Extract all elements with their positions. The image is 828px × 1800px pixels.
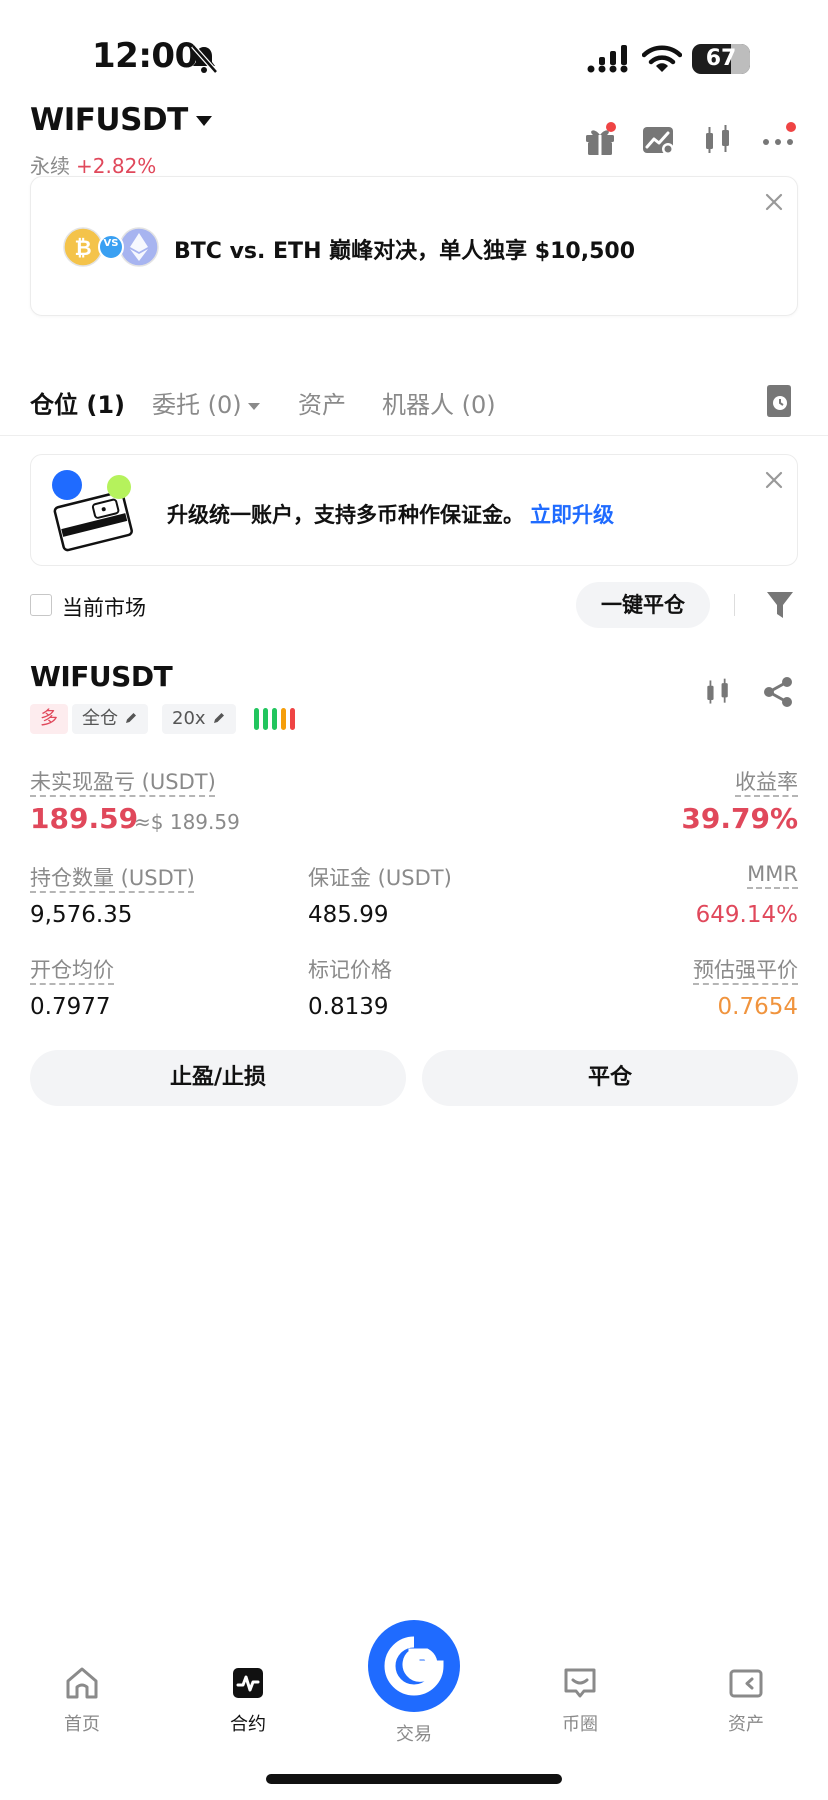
vs-badge: VS (103, 238, 119, 249)
tab-positions[interactable]: 仓位 (1) (30, 385, 125, 420)
status-time: 12:00 (92, 36, 198, 76)
nav-trade-button[interactable] (368, 1620, 460, 1712)
close-position-button[interactable]: 平仓 (422, 1050, 798, 1106)
nav-futures[interactable]: 合约 (198, 1664, 298, 1736)
roi-value: 39.79% (681, 802, 798, 835)
tab-orders-label: 委托 (0) (152, 391, 242, 419)
nav-home-label: 首页 (64, 1714, 100, 1735)
current-market-checkbox[interactable] (30, 594, 52, 616)
tabs-divider (0, 435, 828, 436)
tp-sl-button[interactable]: 止盈/止损 (30, 1050, 406, 1106)
filter-icon[interactable] (766, 590, 794, 620)
close-promo-icon[interactable] (763, 191, 785, 213)
battery-indicator: 67 (692, 44, 750, 74)
svg-text:₿: ₿ (74, 236, 91, 260)
more-notification-dot (786, 122, 796, 132)
nav-feed[interactable]: 币圈 (530, 1664, 630, 1736)
upgrade-message: 升级统一账户，支持多币种作保证金。 立即升级 (167, 499, 614, 529)
futures-icon (233, 1668, 263, 1698)
margin-label: 保证金 (USDT) (308, 866, 452, 890)
nav-trade-label[interactable]: 交易 (364, 1720, 464, 1746)
promo-banner[interactable]: ₿ VS BTC vs. ETH 巅峰对决，单人独享 $10,500 (30, 176, 798, 316)
risk-bar (263, 708, 268, 730)
wallet-icon (52, 470, 133, 552)
wallet-icon (729, 1669, 763, 1698)
margin-mode-badge[interactable]: 全仓 (72, 704, 148, 734)
unrealized-pnl-value: 189.59 (30, 802, 139, 835)
upgrade-now-link[interactable]: 立即升级 (530, 503, 614, 527)
nav-futures-label: 合约 (230, 1714, 266, 1735)
liq-price-value: 0.7654 (717, 994, 798, 1020)
home-icon (66, 1667, 98, 1699)
wifi-icon (642, 45, 682, 72)
position-chart-icon[interactable] (702, 676, 734, 708)
current-market-label[interactable]: 当前市场 (62, 592, 146, 622)
nav-home[interactable]: 首页 (32, 1664, 132, 1736)
entry-price-value: 0.7977 (30, 994, 111, 1020)
price-change: +2.82% (76, 154, 157, 178)
upgrade-text: 升级统一账户，支持多币种作保证金。 (167, 503, 524, 527)
mmr-value: 649.14% (695, 902, 798, 928)
edit-icon (213, 713, 224, 723)
margin-value: 485.99 (308, 902, 389, 928)
nav-assets-label: 资产 (728, 1714, 764, 1735)
margin-mode-label: 全仓 (82, 708, 118, 729)
filter-separator (734, 594, 735, 616)
position-size-value: 9,576.35 (30, 902, 133, 928)
share-icon[interactable] (762, 676, 794, 708)
bell-off-icon (191, 44, 218, 74)
contract-type: 永续 (30, 154, 70, 178)
nav-feed-label: 币圈 (562, 1714, 598, 1735)
tab-orders[interactable]: 委托 (0) (152, 385, 260, 420)
symbol-dropdown-caret[interactable] (196, 116, 212, 126)
leverage-label: 20x (172, 708, 206, 729)
home-indicator (266, 1774, 562, 1784)
side-badge: 多 (30, 704, 68, 734)
upgrade-banner[interactable]: 升级统一账户，支持多币种作保证金。 立即升级 (30, 454, 798, 566)
promo-text[interactable]: BTC vs. ETH 巅峰对决，单人独享 $10,500 (174, 233, 635, 265)
history-icon[interactable] (764, 384, 794, 418)
signal-icon (587, 45, 628, 73)
entry-price-label[interactable]: 开仓均价 (30, 954, 114, 984)
feed-icon (564, 1668, 596, 1698)
risk-bar (290, 708, 295, 730)
contract-subtitle: 永续 +2.82% (30, 150, 156, 179)
close-all-button[interactable]: 一键平仓 (576, 582, 710, 628)
risk-bar (254, 708, 259, 730)
mark-price-value: 0.8139 (308, 994, 389, 1020)
battery-level: 67 (705, 46, 737, 71)
risk-bar (281, 708, 286, 730)
symbol-title[interactable]: WIFUSDT (30, 102, 188, 138)
tab-bots[interactable]: 机器人 (0) (382, 385, 496, 420)
roi-label[interactable]: 收益率 (735, 766, 798, 796)
candlestick-icon[interactable] (700, 122, 736, 158)
chevron-down-icon (247, 402, 260, 410)
gift-notification-dot (606, 122, 616, 132)
mmr-label[interactable]: MMR (747, 862, 798, 886)
liq-price-label[interactable]: 预估强平价 (693, 954, 798, 984)
chart-settings-icon[interactable] (640, 122, 676, 158)
trade-icon (384, 1636, 444, 1696)
risk-bar (272, 708, 277, 730)
leverage-badge[interactable]: 20x (162, 704, 236, 734)
unrealized-pnl-usd: ≈$ 189.59 (134, 810, 240, 834)
mark-price-label: 标记价格 (308, 958, 392, 982)
status-bar: 12:00 67 (0, 0, 828, 110)
edit-icon (126, 713, 136, 723)
position-size-label[interactable]: 持仓数量 (USDT) (30, 862, 195, 892)
position-symbol[interactable]: WIFUSDT (30, 660, 173, 693)
bottom-nav: 首页 合约 交易 币圈 资产 (0, 1620, 828, 1745)
tab-assets[interactable]: 资产 (298, 385, 346, 420)
nav-assets[interactable]: 资产 (696, 1664, 796, 1736)
unrealized-pnl-label[interactable]: 未实现盈亏 (USDT) (30, 766, 216, 796)
close-upgrade-icon[interactable] (763, 469, 785, 491)
